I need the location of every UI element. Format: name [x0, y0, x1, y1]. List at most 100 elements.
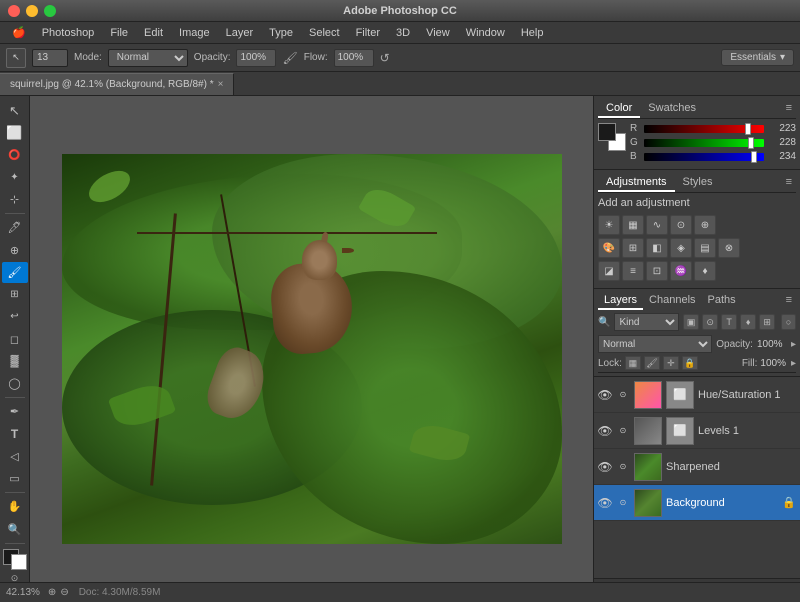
layer-item-sharpened[interactable]: 👁 ⊙ Sharpened	[594, 449, 800, 485]
foreground-color-swatch[interactable]	[598, 123, 616, 141]
red-slider[interactable]	[644, 125, 764, 133]
tab-layers[interactable]: Layers	[598, 292, 643, 310]
tab-color[interactable]: Color	[598, 100, 640, 118]
brush-size-input[interactable]	[32, 49, 68, 67]
clone-tool[interactable]: ⊞	[2, 284, 28, 305]
menu-image[interactable]: Image	[171, 25, 218, 41]
gradient-map-adj-btn[interactable]: ♒	[670, 261, 692, 281]
menu-file[interactable]: File	[102, 25, 136, 41]
layer-item-hue-saturation[interactable]: 👁 ⊙ ⬜ Hue/Saturation 1	[594, 377, 800, 413]
zoom-out-icon[interactable]: ⊖	[60, 587, 68, 598]
maximize-button[interactable]	[44, 5, 56, 17]
airbrush-icon[interactable]: 🖌	[282, 51, 297, 65]
flow-input[interactable]	[334, 49, 374, 67]
essentials-button[interactable]: Essentials ▾	[721, 49, 794, 66]
path-selection-tool[interactable]: ◁	[2, 446, 28, 467]
tab-styles[interactable]: Styles	[675, 174, 721, 192]
document-tab[interactable]: squirrel.jpg @ 42.1% (Background, RGB/8#…	[0, 73, 234, 95]
adj-panel-menu[interactable]: ≡	[782, 174, 796, 192]
invert-adj-btn[interactable]: ◪	[598, 261, 620, 281]
color-panel-menu[interactable]: ≡	[782, 100, 796, 118]
lookup-adj-btn[interactable]: ⊗	[718, 238, 740, 258]
dodge-tool[interactable]: ◯	[2, 373, 28, 394]
zoom-tool[interactable]: 🔍	[2, 518, 28, 539]
blue-slider[interactable]	[644, 153, 764, 161]
mode-select[interactable]: Normal	[108, 49, 188, 67]
shape-tool[interactable]: ▭	[2, 468, 28, 489]
blend-mode-select[interactable]: Normal	[598, 335, 712, 353]
text-tool[interactable]: T	[2, 424, 28, 445]
apple-menu[interactable]: 🍎	[4, 24, 34, 41]
pixel-filter-btn[interactable]: ▣	[683, 314, 699, 330]
minimize-button[interactable]	[26, 5, 38, 17]
green-slider[interactable]	[644, 139, 764, 147]
vibrance-adj-btn[interactable]: ⊕	[694, 215, 716, 235]
color-swatches[interactable]	[3, 549, 27, 570]
gradient-tool[interactable]: ▓	[2, 351, 28, 372]
menu-help[interactable]: Help	[513, 25, 552, 41]
menu-layer[interactable]: Layer	[218, 25, 262, 41]
blue-slider-thumb[interactable]	[751, 151, 757, 163]
hue-adj-btn[interactable]: 🎨	[598, 238, 620, 258]
menu-view[interactable]: View	[418, 25, 458, 41]
tab-adjustments[interactable]: Adjustments	[598, 174, 675, 192]
brush-tool[interactable]: 🖌	[2, 262, 28, 283]
layer-filter-toggle[interactable]: ○	[781, 314, 796, 330]
menu-photoshop[interactable]: Photoshop	[34, 25, 103, 41]
levels-adj-btn[interactable]: ▦	[622, 215, 644, 235]
tab-channels[interactable]: Channels	[643, 292, 701, 310]
shape-filter-btn[interactable]: ♦	[740, 314, 756, 330]
text-filter-btn[interactable]: T	[721, 314, 737, 330]
layer-visibility-hue-sat[interactable]: 👁	[598, 388, 612, 402]
selective-adj-btn[interactable]: ♦	[694, 261, 716, 281]
poster-adj-btn[interactable]: ≡	[622, 261, 644, 281]
menu-edit[interactable]: Edit	[136, 25, 171, 41]
adj-filter-btn[interactable]: ⊙	[702, 314, 718, 330]
eraser-tool[interactable]: ◻	[2, 329, 28, 350]
layer-options-levels[interactable]: ⊙	[616, 424, 630, 438]
layer-item-background[interactable]: 👁 ⊙ Background 🔒	[594, 485, 800, 521]
layer-options-sharpened[interactable]: ⊙	[616, 460, 630, 474]
brush-preview[interactable]: ↖	[6, 48, 26, 68]
history-brush-tool[interactable]: ↩	[2, 306, 28, 327]
menu-filter[interactable]: Filter	[348, 25, 388, 41]
layer-visibility-background[interactable]: 👁	[598, 496, 612, 510]
layer-mask-levels[interactable]: ⬜	[666, 417, 694, 445]
layers-kind-select[interactable]: Kind	[614, 313, 679, 331]
smart-filter-btn[interactable]: ⊞	[759, 314, 775, 330]
marquee-tool[interactable]: ⬜	[2, 122, 28, 143]
layer-visibility-sharpened[interactable]: 👁	[598, 460, 612, 474]
lock-transparent-btn[interactable]: ▦	[625, 356, 641, 370]
quick-select-tool[interactable]: ✦	[2, 167, 28, 188]
fill-arrow[interactable]: ▸	[791, 358, 796, 369]
menu-type[interactable]: Type	[261, 25, 301, 41]
threshold-adj-btn[interactable]: ⊡	[646, 261, 668, 281]
tab-swatches[interactable]: Swatches	[640, 100, 704, 118]
layers-panel-menu[interactable]: ≡	[782, 292, 796, 310]
colorbal-adj-btn[interactable]: ⊞	[622, 238, 644, 258]
background-swatch[interactable]	[11, 554, 27, 570]
channel-adj-btn[interactable]: ▤	[694, 238, 716, 258]
brightness-adj-btn[interactable]: ☀	[598, 215, 620, 235]
bw-adj-btn[interactable]: ◧	[646, 238, 668, 258]
menu-select[interactable]: Select	[301, 25, 348, 41]
tab-paths[interactable]: Paths	[702, 292, 742, 310]
menu-3d[interactable]: 3D	[388, 25, 418, 41]
zoom-icon[interactable]: ⊕	[48, 587, 56, 598]
hand-tool[interactable]: ✋	[2, 496, 28, 517]
layer-options-hue-sat[interactable]: ⊙	[616, 388, 630, 402]
smoothing-icon[interactable]: ↺	[380, 51, 390, 65]
move-tool[interactable]: ↖	[2, 100, 28, 121]
opacity-input[interactable]	[236, 49, 276, 67]
tab-close-button[interactable]: ×	[218, 79, 224, 90]
eyedropper-tool[interactable]: 🖊	[2, 217, 28, 238]
opacity-arrow[interactable]: ▸	[791, 339, 796, 350]
lock-position-btn[interactable]: ✛	[663, 356, 679, 370]
heal-tool[interactable]: ⊕	[2, 239, 28, 260]
layer-options-background[interactable]: ⊙	[616, 496, 630, 510]
photo-adj-btn[interactable]: ◈	[670, 238, 692, 258]
layer-mask-hue-sat[interactable]: ⬜	[666, 381, 694, 409]
close-button[interactable]	[8, 5, 20, 17]
lasso-tool[interactable]: ⭕	[2, 145, 28, 166]
layer-item-levels[interactable]: 👁 ⊙ ⬜ Levels 1	[594, 413, 800, 449]
